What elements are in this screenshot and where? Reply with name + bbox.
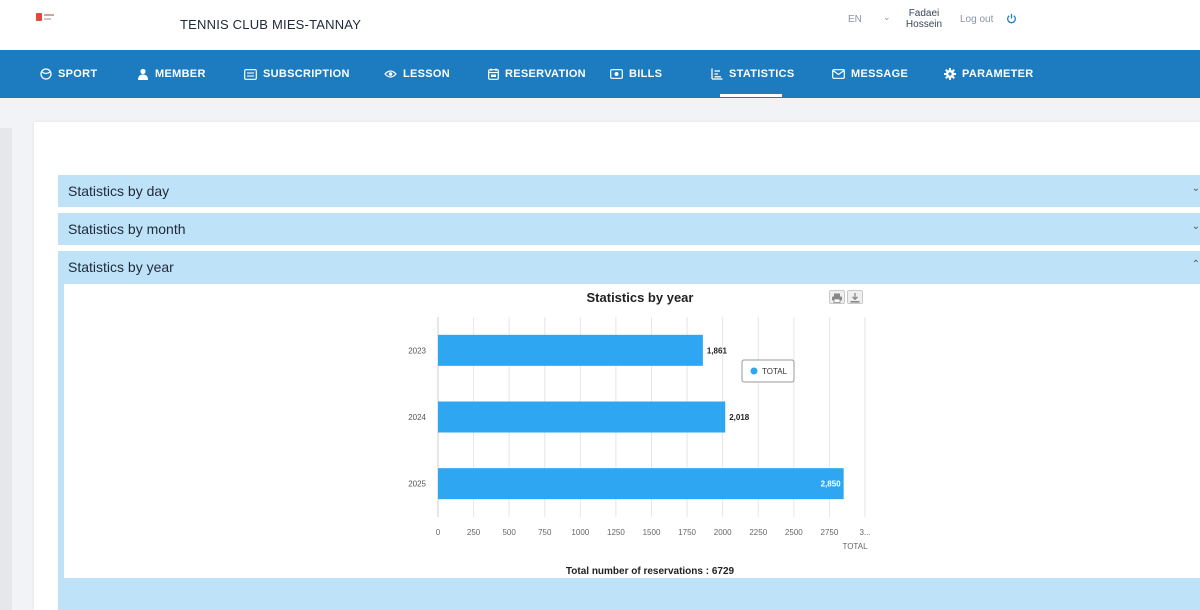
nav-label: MESSAGE [851,68,909,80]
nav-label: RESERVATION [505,68,586,80]
legend-marker [750,367,758,375]
mail-icon [832,69,845,79]
nav-item-statistics[interactable]: STATISTICS [711,50,795,98]
bar-chart: 0 250 500 750 1000 1250 1500 1750 2000 2250 2500 27… [408,317,871,551]
legend-label: TOTAL [762,367,788,376]
accordion-title: Statistics by month [68,221,186,237]
x-tick-label: 2000 [714,528,732,537]
bar[interactable] [438,334,703,366]
nav-label: PARAMETER [962,68,1034,80]
chevron-down-icon[interactable]: ⌄ [883,12,891,23]
x-tick-label: 750 [538,528,552,537]
data-label: 2,850 [821,480,842,489]
y-tick-label: 2023 [408,346,426,355]
statistics-icon [711,68,723,80]
y-tick-label: 2024 [408,413,426,422]
club-logo[interactable] [36,13,54,21]
chevron-icon[interactable]: ⌃ [1192,259,1200,270]
download-button[interactable] [847,290,863,304]
bar[interactable] [438,401,726,433]
x-tick-label: 3... [859,528,870,537]
data-label: 1,861 [707,346,728,355]
top-header: TENNIS CLUB MIES-TANNAY EN ⌄ Fadaei Hoss… [0,0,1200,50]
left-strip [0,128,12,610]
sport-icon [40,68,52,80]
x-tick-label: 2250 [749,528,767,537]
gear-icon [944,68,956,80]
user-name[interactable]: Fadaei Hossein [898,8,950,30]
logout-link[interactable]: Log out [960,14,993,25]
download-icon [850,293,860,303]
club-name: TENNIS CLUB MIES-TANNAY [180,17,362,32]
x-tick-label: 1750 [678,528,696,537]
print-button[interactable] [829,290,845,304]
nav-label: STATISTICS [729,68,795,80]
x-tick-label: 0 [436,528,441,537]
user-last-name: Hossein [905,19,943,30]
chevron-icon[interactable]: ⌄ [1192,221,1200,232]
lesson-icon [384,70,397,78]
main-nav: SPORT MEMBER SUBSCRIPTION LESSON RESERVA… [0,50,1200,98]
nav-label: LESSON [403,68,451,80]
x-tick-label: 2750 [821,528,839,537]
accordion-footer [58,578,1200,610]
nav-item-sport[interactable]: SPORT [40,50,97,98]
chevron-icon[interactable]: ⌄ [1192,183,1200,194]
print-icon [832,293,842,303]
accordion-statistics-by-day[interactable]: Statistics by day ⌄ [58,175,1200,207]
nav-label: BILLS [629,68,663,80]
subscription-icon [244,68,257,80]
x-tick-label: 2500 [785,528,803,537]
accordion-statistics-by-month[interactable]: Statistics by month ⌄ [58,213,1200,245]
total-reservations: Total number of reservations : 6729 [565,566,735,577]
calendar-icon [488,68,499,80]
nav-item-lesson[interactable]: LESSON [384,50,450,98]
nav-label: SPORT [58,68,98,80]
nav-item-reservation[interactable]: RESERVATION [488,50,586,98]
y-tick-label: 2025 [408,480,426,489]
active-tab-indicator [720,94,782,97]
accordion-title: Statistics by day [68,183,170,199]
accordion-title: Statistics by year [68,259,174,275]
x-axis-label: TOTAL [842,542,868,551]
bar[interactable] [438,468,844,500]
x-tick-label: 1250 [607,528,625,537]
power-icon[interactable] [1006,13,1017,24]
x-tick-label: 1500 [643,528,661,537]
nav-item-message[interactable]: MESSAGE [832,50,908,98]
chart-title: Statistics by year [586,290,694,305]
nav-item-parameter[interactable]: PARAMETER [944,50,1034,98]
member-icon [138,68,148,80]
data-label: 2,018 [729,413,750,422]
nav-item-subscription[interactable]: SUBSCRIPTION [244,50,350,98]
x-tick-label: 500 [502,528,516,537]
user-first-name: Fadaei [908,8,940,19]
nav-label: MEMBER [155,68,206,80]
nav-item-bills[interactable]: BILLS [610,50,662,98]
x-tick-label: 1000 [571,528,589,537]
x-tick-label: 250 [467,528,481,537]
nav-item-member[interactable]: MEMBER [137,50,206,98]
language-selector[interactable]: EN [848,14,862,25]
bills-icon [610,69,623,79]
nav-label: SUBSCRIPTION [263,68,350,80]
accordion-statistics-by-year[interactable]: Statistics by year ⌃ [58,251,1200,283]
